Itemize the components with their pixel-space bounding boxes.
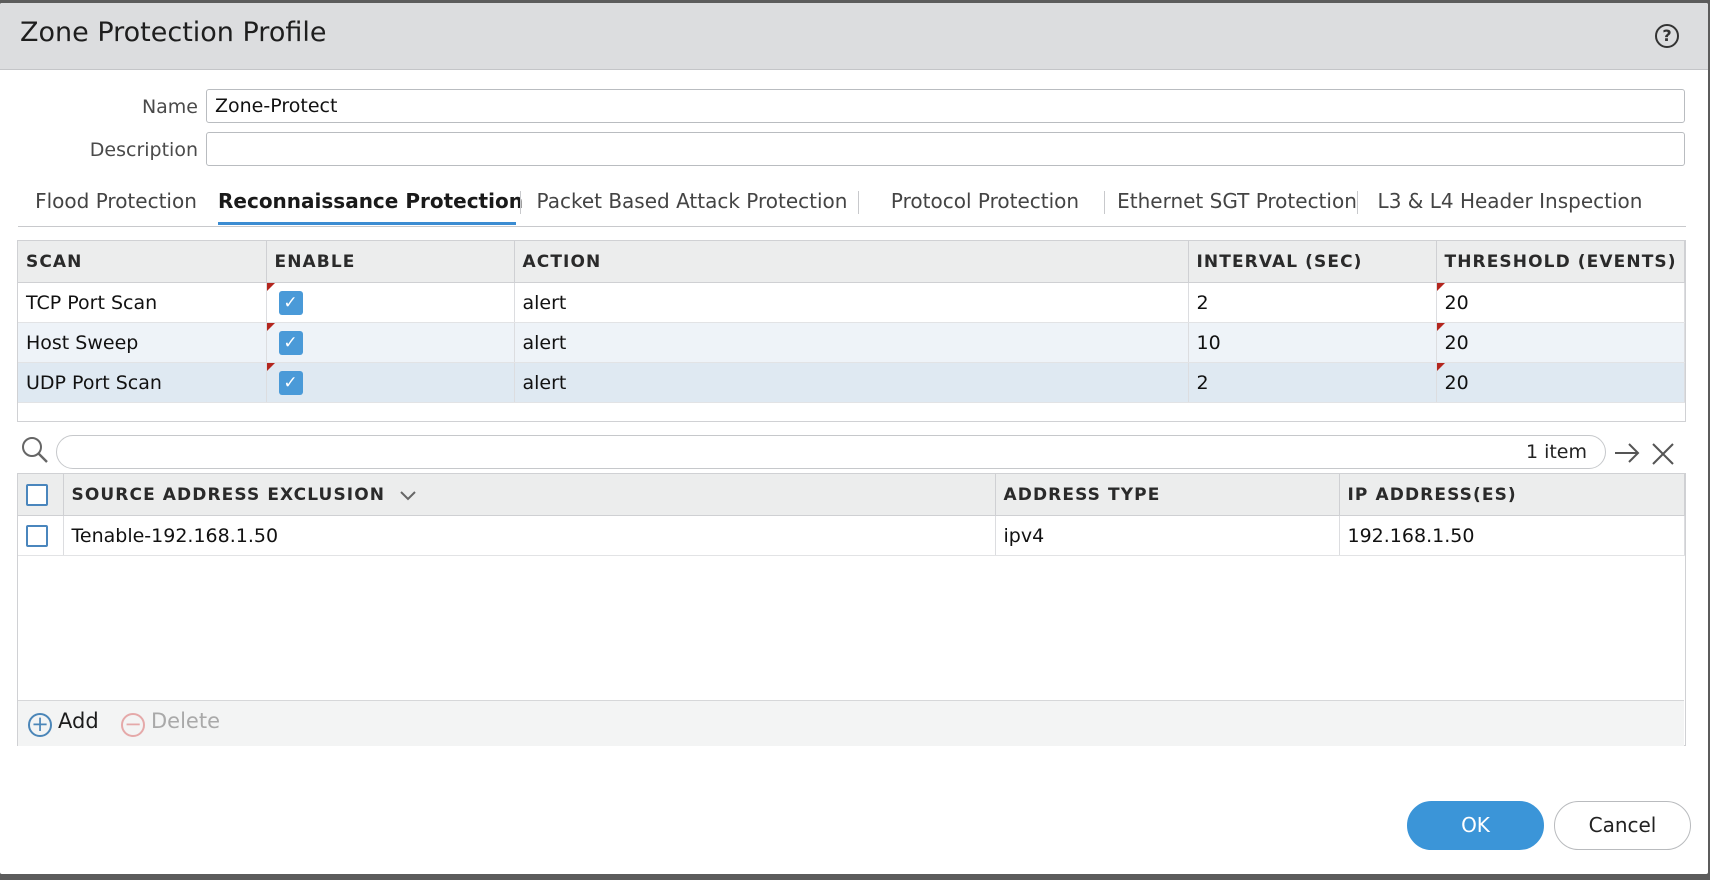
- ip-address-cell: 192.168.1.50: [1339, 515, 1685, 556]
- profile-tabs: Flood Protection Reconnaissance Protecti…: [18, 173, 1686, 227]
- reconnaissance-scan-table: SCAN ENABLE ACTION INTERVAL (SEC) THRESH…: [18, 241, 1685, 403]
- scan-name-cell: UDP Port Scan: [18, 362, 267, 403]
- tab-divider: [858, 191, 859, 214]
- dialog-title-bar: Zone Protection Profile ?: [0, 3, 1708, 70]
- column-header-label: SOURCE ADDRESS EXCLUSION: [71, 484, 386, 505]
- threshold-cell[interactable]: 20: [1436, 282, 1685, 323]
- tab-reconnaissance-protection[interactable]: Reconnaissance Protection: [218, 173, 523, 225]
- threshold-cell[interactable]: 20: [1436, 362, 1685, 403]
- row-select-cell[interactable]: [18, 515, 64, 556]
- threshold-cell[interactable]: 20: [1436, 322, 1685, 363]
- table-row[interactable]: TCP Port Scan ✓ alert 2 20: [18, 282, 1685, 323]
- exclusion-name-cell[interactable]: Tenable-192.168.1.50: [63, 515, 996, 556]
- column-header-interval[interactable]: INTERVAL (SEC): [1188, 241, 1437, 283]
- source-address-exclusion-table: SOURCE ADDRESS EXCLUSION ADDRESS TYPE IP…: [18, 474, 1685, 556]
- address-type-cell: ipv4: [995, 515, 1340, 556]
- column-header-scan[interactable]: SCAN: [18, 241, 267, 283]
- table-row[interactable]: Tenable-192.168.1.50 ipv4 192.168.1.50: [18, 515, 1685, 556]
- action-cell[interactable]: alert: [514, 322, 1189, 363]
- interval-cell[interactable]: 10: [1188, 322, 1437, 363]
- tab-ethernet-sgt-protection[interactable]: Ethernet SGT Protection: [1114, 173, 1360, 225]
- description-input[interactable]: [206, 132, 1685, 166]
- search-item-count: 1 item: [1525, 441, 1587, 463]
- search-icon[interactable]: [21, 436, 49, 464]
- interval-cell[interactable]: 2: [1188, 362, 1437, 403]
- action-cell[interactable]: alert: [514, 362, 1189, 403]
- column-header-source-address-exclusion[interactable]: SOURCE ADDRESS EXCLUSION: [63, 474, 996, 516]
- column-header-threshold[interactable]: THRESHOLD (EVENTS): [1436, 241, 1685, 283]
- threshold-value: 20: [1444, 371, 1469, 394]
- enable-cell[interactable]: ✓: [266, 322, 515, 363]
- enable-cell[interactable]: ✓: [266, 362, 515, 403]
- modified-flag-icon: [266, 363, 275, 371]
- row-checkbox[interactable]: [26, 524, 48, 547]
- modified-flag-icon: [1436, 323, 1445, 331]
- table-header-row: SOURCE ADDRESS EXCLUSION ADDRESS TYPE IP…: [18, 474, 1685, 516]
- interval-cell[interactable]: 2: [1188, 282, 1437, 323]
- column-header-action[interactable]: ACTION: [514, 241, 1189, 283]
- threshold-value: 20: [1444, 331, 1469, 354]
- scan-name-cell: Host Sweep: [18, 322, 267, 363]
- arrow-right-icon[interactable]: [1612, 439, 1642, 467]
- name-label: Name: [141, 96, 198, 118]
- enable-checkbox[interactable]: ✓: [278, 370, 303, 395]
- enable-checkbox[interactable]: ✓: [278, 290, 303, 315]
- tab-packet-based-attack-protection[interactable]: Packet Based Attack Protection: [530, 173, 854, 225]
- enable-checkbox[interactable]: ✓: [278, 330, 303, 355]
- enable-cell[interactable]: ✓: [266, 282, 515, 323]
- modified-flag-icon: [1436, 363, 1445, 371]
- table-action-bar: + Add − Delete: [18, 700, 1684, 746]
- delete-circle-icon: −: [121, 713, 145, 737]
- threshold-value: 20: [1444, 291, 1469, 314]
- help-icon[interactable]: ?: [1655, 24, 1679, 48]
- add-button[interactable]: + Add: [28, 709, 99, 737]
- dialog-title: Zone Protection Profile: [20, 17, 327, 48]
- tab-l3-l4-header-inspection[interactable]: L3 & L4 Header Inspection: [1368, 173, 1652, 225]
- add-button-label: Add: [58, 709, 99, 733]
- delete-button[interactable]: − Delete: [121, 709, 220, 737]
- modified-flag-icon: [266, 283, 275, 291]
- description-label: Description: [89, 139, 198, 161]
- search-input[interactable]: 1 item: [56, 435, 1606, 469]
- modified-flag-icon: [266, 323, 275, 331]
- ok-button[interactable]: OK: [1407, 801, 1544, 850]
- tab-divider: [1104, 191, 1105, 214]
- table-row[interactable]: Host Sweep ✓ alert 10 20: [18, 322, 1685, 363]
- zone-protection-dialog: Zone Protection Profile ? Name Descripti…: [0, 3, 1708, 874]
- select-all-cell[interactable]: [18, 474, 64, 516]
- add-circle-icon: +: [28, 713, 52, 737]
- action-cell[interactable]: alert: [514, 282, 1189, 323]
- scan-name-cell: TCP Port Scan: [18, 282, 267, 323]
- close-icon[interactable]: [1650, 441, 1676, 467]
- tab-protocol-protection[interactable]: Protocol Protection: [868, 173, 1102, 225]
- table-row[interactable]: UDP Port Scan ✓ alert 2 20: [18, 362, 1685, 403]
- cancel-button[interactable]: Cancel: [1554, 801, 1691, 850]
- column-header-enable[interactable]: ENABLE: [266, 241, 515, 283]
- chevron-down-icon[interactable]: [399, 489, 417, 501]
- select-all-checkbox[interactable]: [26, 483, 48, 506]
- table-header-row: SCAN ENABLE ACTION INTERVAL (SEC) THRESH…: [18, 241, 1685, 283]
- name-input[interactable]: [206, 89, 1685, 123]
- column-header-ip-addresses[interactable]: IP ADDRESS(ES): [1339, 474, 1685, 516]
- column-header-address-type[interactable]: ADDRESS TYPE: [995, 474, 1340, 516]
- tab-divider: [520, 191, 521, 214]
- tab-flood-protection[interactable]: Flood Protection: [18, 173, 214, 225]
- delete-button-label: Delete: [151, 709, 220, 733]
- tab-divider: [1357, 191, 1358, 214]
- modified-flag-icon: [1436, 283, 1445, 291]
